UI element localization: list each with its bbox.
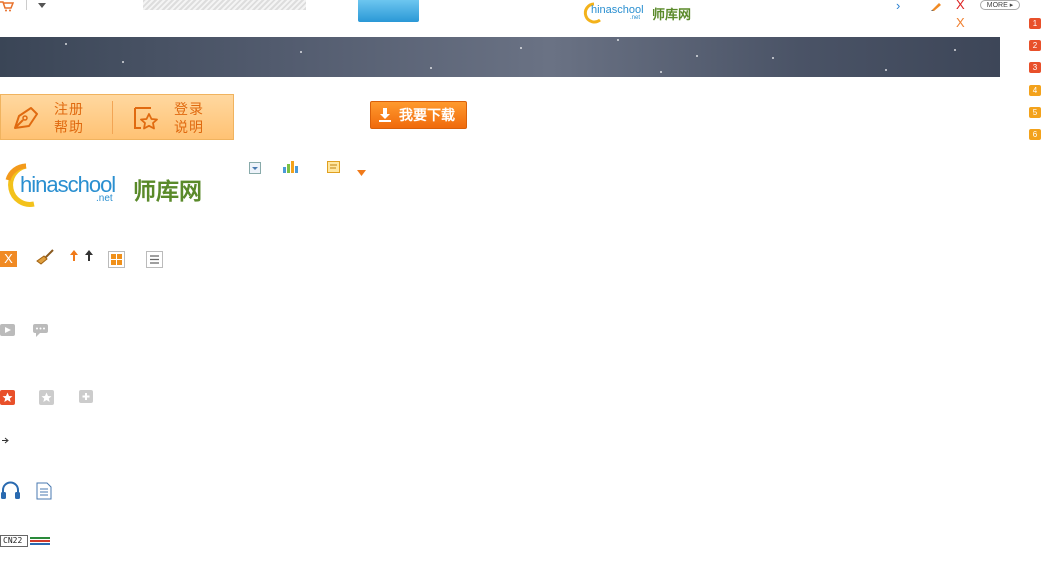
login-link[interactable]: 登录: [174, 100, 204, 118]
close-icon-secondary[interactable]: X: [956, 16, 965, 30]
rank-badge: 4: [1029, 85, 1041, 96]
close-icon[interactable]: X: [0, 251, 17, 267]
logo-cn: 师库网: [133, 178, 202, 204]
add-icon[interactable]: [79, 390, 93, 406]
download-label: 我要下载: [399, 107, 455, 123]
rank-badge: 1: [1029, 18, 1041, 29]
play-icon[interactable]: [0, 324, 15, 339]
arrow-right-icon[interactable]: [2, 433, 10, 447]
explain-link[interactable]: 说明: [174, 118, 204, 136]
bar-chart-icon[interactable]: [283, 161, 299, 176]
document-icon[interactable]: [36, 482, 52, 503]
divider: [112, 101, 113, 134]
download-icon: [379, 108, 391, 122]
divider: [26, 0, 27, 10]
rank-badge: 2: [1029, 40, 1041, 51]
pen-icon: [11, 104, 41, 135]
logo-cn: 师库网: [652, 7, 692, 22]
pencil-icon[interactable]: [930, 0, 942, 11]
headset-icon[interactable]: [0, 481, 21, 504]
comment-icon[interactable]: [33, 324, 48, 340]
auth-panel: 注册 帮助 登录 说明: [0, 94, 234, 140]
logo-suffix: .net: [96, 193, 113, 204]
more-button[interactable]: MORE ▸: [980, 0, 1020, 10]
site-logo-large[interactable]: hinaschool .net 师库网: [0, 160, 212, 210]
logo-suffix: .net: [630, 15, 641, 21]
more-label: MORE: [986, 2, 1008, 9]
note-icon[interactable]: [327, 161, 341, 177]
sort-arrows-icon[interactable]: [69, 249, 95, 266]
chevron-right-icon[interactable]: ›: [896, 0, 906, 12]
star-document-icon: [131, 104, 161, 135]
favorite-icon[interactable]: [39, 390, 54, 408]
favorite-active-icon[interactable]: [0, 390, 15, 408]
close-icon[interactable]: X: [956, 0, 965, 12]
broom-icon[interactable]: [35, 249, 55, 268]
rank-badge: 5: [1029, 107, 1041, 118]
list-view-icon[interactable]: [146, 251, 163, 271]
star-banner: [0, 37, 1000, 77]
help-link[interactable]: 帮助: [54, 118, 84, 136]
register-link[interactable]: 注册: [54, 100, 84, 118]
cart-icon[interactable]: [0, 0, 15, 12]
dropdown-box-icon[interactable]: [249, 162, 261, 177]
cnzz-label: CN22: [3, 536, 23, 545]
chevron-down-icon[interactable]: [357, 165, 366, 179]
search-button[interactable]: [358, 0, 419, 22]
rank-badge: 6: [1029, 129, 1041, 140]
site-logo[interactable]: hinaschool .net 师库网: [582, 0, 694, 26]
cnzz-stat-badge[interactable]: CN22: [0, 535, 52, 547]
chevron-down-icon[interactable]: [38, 3, 46, 8]
download-button[interactable]: 我要下载: [370, 101, 467, 129]
search-placeholder-bar[interactable]: [143, 0, 306, 10]
rank-badge: 3: [1029, 62, 1041, 73]
grid-view-icon[interactable]: [108, 251, 125, 271]
